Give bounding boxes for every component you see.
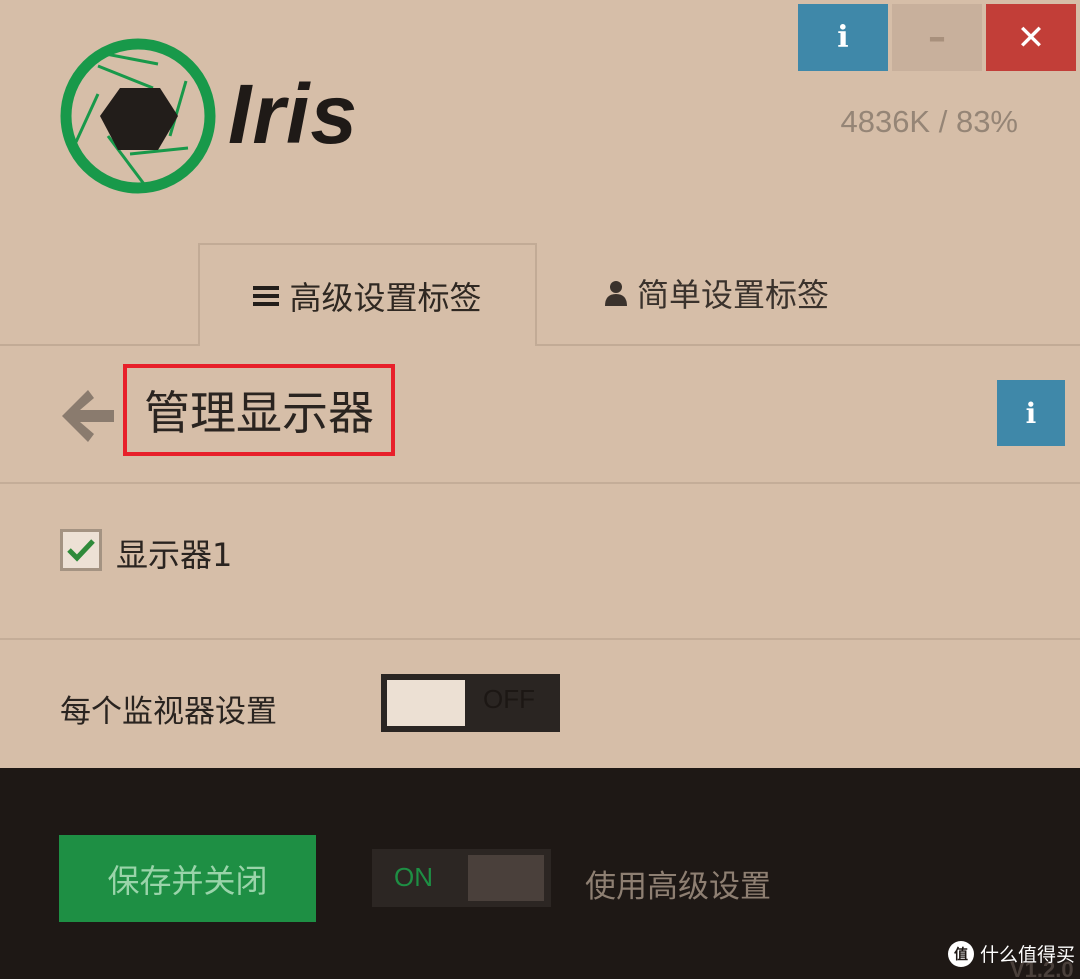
divider (0, 482, 1080, 484)
user-icon (604, 280, 627, 306)
checkmark-icon (67, 539, 95, 562)
minimize-icon: – (928, 17, 946, 58)
section-info-button[interactable]: i (997, 380, 1065, 446)
iris-logo-icon (58, 36, 218, 196)
tab-advanced-settings[interactable]: 高级设置标签 (198, 243, 537, 346)
info-icon: i (837, 20, 849, 55)
window-close-button[interactable]: ✕ (986, 4, 1076, 71)
watermark: 值 什么值得买 (948, 940, 1075, 967)
toggle-knob (387, 680, 465, 726)
tab-label: 高级设置标签 (289, 278, 482, 317)
watermark-text: 什么值得买 (980, 944, 1076, 966)
temperature-brightness-stats: 4836K / 83% (840, 104, 1018, 139)
hamburger-icon (253, 285, 280, 307)
monitor-1-checkbox[interactable] (60, 529, 102, 571)
window-info-button[interactable]: i (798, 4, 888, 71)
toggle-state-text: OFF (483, 684, 535, 714)
tab-simple-settings[interactable]: 简单设置标签 (537, 243, 897, 343)
tab-baseline (0, 344, 1080, 346)
per-monitor-settings-label: 每个监视器设置 (60, 694, 277, 730)
advanced-settings-toggle[interactable]: ON (372, 849, 551, 907)
per-monitor-settings-toggle[interactable]: OFF (381, 674, 560, 732)
close-icon: ✕ (1016, 17, 1046, 58)
watermark-logo-icon: 值 (948, 940, 974, 967)
info-icon: i (1025, 396, 1037, 430)
tab-label: 简单设置标签 (636, 276, 829, 314)
toggle-knob (468, 855, 544, 901)
save-and-close-button[interactable]: 保存并关闭 (59, 835, 316, 922)
toggle-state-text: ON (394, 862, 433, 892)
back-arrow-icon[interactable] (60, 388, 116, 448)
app-name: Iris (228, 67, 359, 161)
monitor-1-label: 显示器1 (116, 536, 233, 574)
divider (0, 638, 1080, 640)
watermark-logo-glyph: 值 (954, 946, 968, 963)
section-title: 管理显示器 (123, 364, 395, 456)
use-advanced-settings-label: 使用高级设置 (585, 869, 771, 905)
window-minimize-button[interactable]: – (892, 4, 982, 71)
